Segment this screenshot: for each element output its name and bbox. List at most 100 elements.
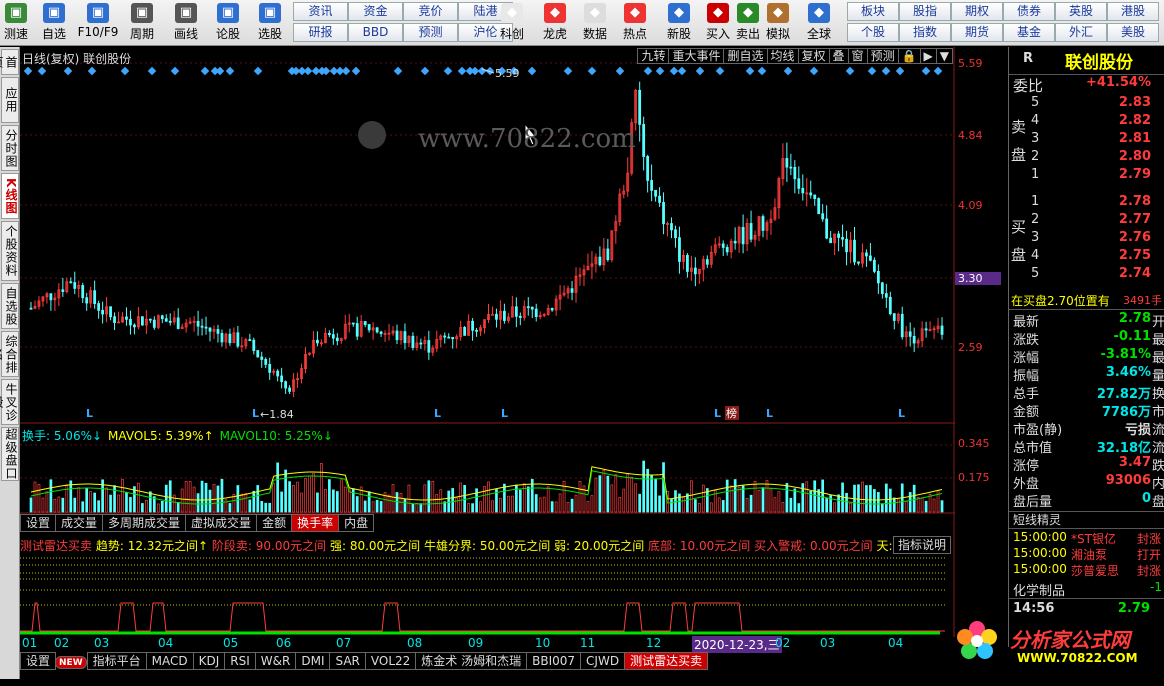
volume-bar	[268, 502, 272, 513]
toolbar-clock-button[interactable]: ▣ 周期	[121, 2, 163, 44]
toolbar-grid-板块[interactable]: 板块	[847, 2, 899, 21]
toolbar-grid-期货[interactable]: 期货	[951, 23, 1003, 42]
chart-btn-7[interactable]: 预测	[866, 48, 899, 64]
toolbar-grid-债券[interactable]: 债券	[1003, 2, 1055, 21]
toolbar-grid-资讯[interactable]: 资讯	[293, 2, 348, 21]
L-marker: L	[714, 407, 721, 420]
indicator-tab-1[interactable]: NEW	[55, 656, 87, 669]
chart-btn-2[interactable]: 删自选	[723, 48, 768, 64]
chart-title: 日线(复权) 联创股份	[22, 52, 132, 66]
toolbar-pe-data-button[interactable]: ◆ 数据	[576, 2, 614, 44]
toolbar-grid-美股[interactable]: 美股	[1107, 23, 1159, 42]
toolbar-speed-button[interactable]: ▣ 测速	[0, 2, 32, 44]
sell-level[interactable]: 2 2.80	[1009, 149, 1164, 167]
toolbar-hammer-button[interactable]: ◆ 模拟	[763, 2, 793, 44]
news-item[interactable]: 15:00:00 莎普爱思 封涨	[1009, 562, 1164, 580]
candle-body	[133, 324, 136, 328]
toolbar-discuss-button[interactable]: ▣ 论股	[207, 2, 249, 44]
toolbar-grid-指数[interactable]: 指数	[899, 23, 951, 42]
toolbar-grid-英股[interactable]: 英股	[1055, 2, 1107, 21]
buy-level[interactable]: 4 2.75	[1009, 248, 1164, 266]
indicator-tab-6[interactable]: W&R	[254, 652, 297, 670]
left-tab-2[interactable]: 分时图	[1, 125, 19, 171]
indicator-tab-10[interactable]: 炼金术 汤姆和杰瑞	[415, 652, 528, 670]
sell-level[interactable]: 1 2.79	[1009, 167, 1164, 185]
indicator-tab-5[interactable]: RSI	[224, 652, 256, 670]
buy-level[interactable]: 2 2.77	[1009, 212, 1164, 230]
toolbar-grid-个股[interactable]: 个股	[847, 23, 899, 42]
toolbar-buy-button[interactable]: ◆ 买入	[703, 2, 733, 44]
toolbar-select-stock-button[interactable]: ▣ 选股	[249, 2, 291, 44]
toolbar-grid-资金[interactable]: 资金	[348, 2, 403, 21]
date-tick: 12	[646, 636, 662, 650]
lock-icon[interactable]: 🔒	[897, 48, 921, 64]
buy-level[interactable]: 5 2.74	[1009, 266, 1164, 284]
toolbar-grid-BBD[interactable]: BBD	[348, 23, 403, 42]
toolbar-grid-基金[interactable]: 基金	[1003, 23, 1055, 42]
toolbar-globe-button[interactable]: ◆ 全球	[800, 2, 838, 44]
toolbar-grid-外汇[interactable]: 外汇	[1055, 23, 1107, 42]
toolbar-grid-预测[interactable]: 预测	[403, 23, 458, 42]
toolbar-grid-期权[interactable]: 期权	[951, 2, 1003, 21]
left-tab-1[interactable]: 应用	[1, 77, 19, 123]
subtab-0[interactable]: 设置	[20, 514, 57, 532]
toolbar-star-button[interactable]: ▣ 自选	[33, 2, 75, 44]
toolbar-dragon-tiger-button[interactable]: ◆ 龙虎	[536, 2, 574, 44]
toolbar-grid-股指[interactable]: 股指	[899, 2, 951, 21]
toolbar-f10-button[interactable]: ▣ F10/F9	[77, 2, 119, 44]
collapse-icon[interactable]: ▶	[919, 48, 937, 64]
volume-bar	[292, 485, 295, 513]
indicator-explain-button[interactable]: 指标说明	[893, 536, 952, 554]
chart-btn-0[interactable]: 九转	[637, 48, 670, 64]
indicator-tab-11[interactable]: BBI007	[526, 652, 582, 670]
indicator-tab-3[interactable]: MACD	[145, 652, 194, 670]
buy-level[interactable]: 1 2.78	[1009, 194, 1164, 212]
L-marker: L	[766, 407, 773, 420]
chart-btn-5[interactable]: 叠	[828, 48, 849, 64]
indicator-tab-12[interactable]: CJWD	[580, 652, 626, 670]
sell-level[interactable]: 4 2.82	[1009, 113, 1164, 131]
left-tab-5[interactable]: 自选股	[1, 283, 19, 329]
subtab-1[interactable]: 成交量	[55, 514, 104, 532]
dropdown-icon[interactable]: ▼	[935, 48, 953, 64]
sell-level[interactable]: 3 2.81	[1009, 131, 1164, 149]
left-tab-0[interactable]: 首页	[0, 49, 19, 75]
toolbar-pencil-button[interactable]: ▣ 画线	[165, 2, 207, 44]
news-title[interactable]: 短线精灵	[1009, 511, 1164, 529]
volume-bar	[320, 462, 323, 513]
indicator-tab-2[interactable]: 指标平台	[86, 652, 147, 670]
toolbar-grid-港股[interactable]: 港股	[1107, 2, 1159, 21]
toolbar-kechuang-button[interactable]: ◆ 科创	[493, 2, 531, 44]
subtab-6[interactable]: 内盘	[338, 514, 375, 532]
left-tab-4[interactable]: 个股资料	[1, 221, 19, 281]
buy-level[interactable]: 3 2.76	[1009, 230, 1164, 248]
subtab-5[interactable]: 换手率	[291, 514, 340, 532]
sell-level[interactable]: 5 2.83	[1009, 95, 1164, 113]
chart-btn-3[interactable]: 均线	[766, 48, 799, 64]
kline-chart-area[interactable]: 5.59 ←1.84 L L L L L 榜 L L 日线(复权) 联创股份 九转 重大事件 删自选均…	[20, 47, 955, 679]
toolbar-sell-button[interactable]: ◆ 卖出	[733, 2, 763, 44]
toolbar-hot-button[interactable]: ◆ 热点	[616, 2, 654, 44]
volume-bar	[109, 494, 112, 513]
indicator-tab-4[interactable]: KDJ	[192, 652, 226, 670]
indicator-tab-13[interactable]: 测试雷达买卖	[624, 652, 709, 670]
left-tab-3[interactable]: K线图	[1, 173, 19, 219]
toolbar-grid-研报[interactable]: 研报	[293, 23, 348, 42]
chart-btn-6[interactable]: 窗	[847, 48, 868, 64]
indicator-tab-7[interactable]: DMI	[295, 652, 331, 670]
chart-btn-4[interactable]: 复权	[797, 48, 830, 64]
toolbar-grid-竞价[interactable]: 竞价	[403, 2, 458, 21]
left-tab-7[interactable]: 牛叉诊股	[0, 379, 19, 425]
subtab-4[interactable]: 金额	[256, 514, 293, 532]
subtab-3[interactable]: 虚拟成交量	[185, 514, 258, 532]
toolbar-ipo-button[interactable]: ◆ 新股	[660, 2, 698, 44]
indicator-tab-9[interactable]: VOL22	[364, 652, 417, 670]
subtab-2[interactable]: 多周期成交量	[102, 514, 187, 532]
indicator-tab-0[interactable]: 设置	[20, 652, 57, 670]
left-tab-6[interactable]: 综合排名	[0, 331, 19, 377]
volume-bar	[614, 474, 618, 513]
chart-btn-1[interactable]: 重大事件	[668, 48, 725, 64]
indicator-tab-8[interactable]: SAR	[329, 652, 366, 670]
star-icon: ▣	[43, 3, 65, 23]
left-tab-8[interactable]: 超级盘口	[1, 427, 19, 481]
